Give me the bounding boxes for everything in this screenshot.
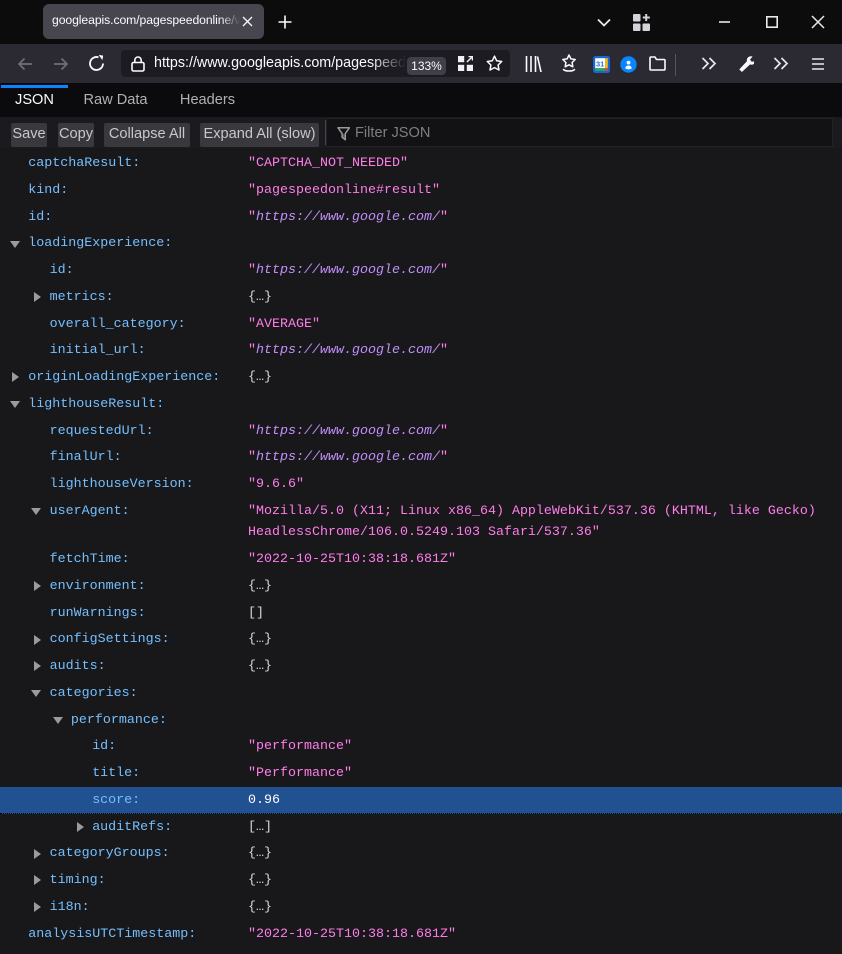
svg-text:31: 31: [596, 60, 604, 69]
